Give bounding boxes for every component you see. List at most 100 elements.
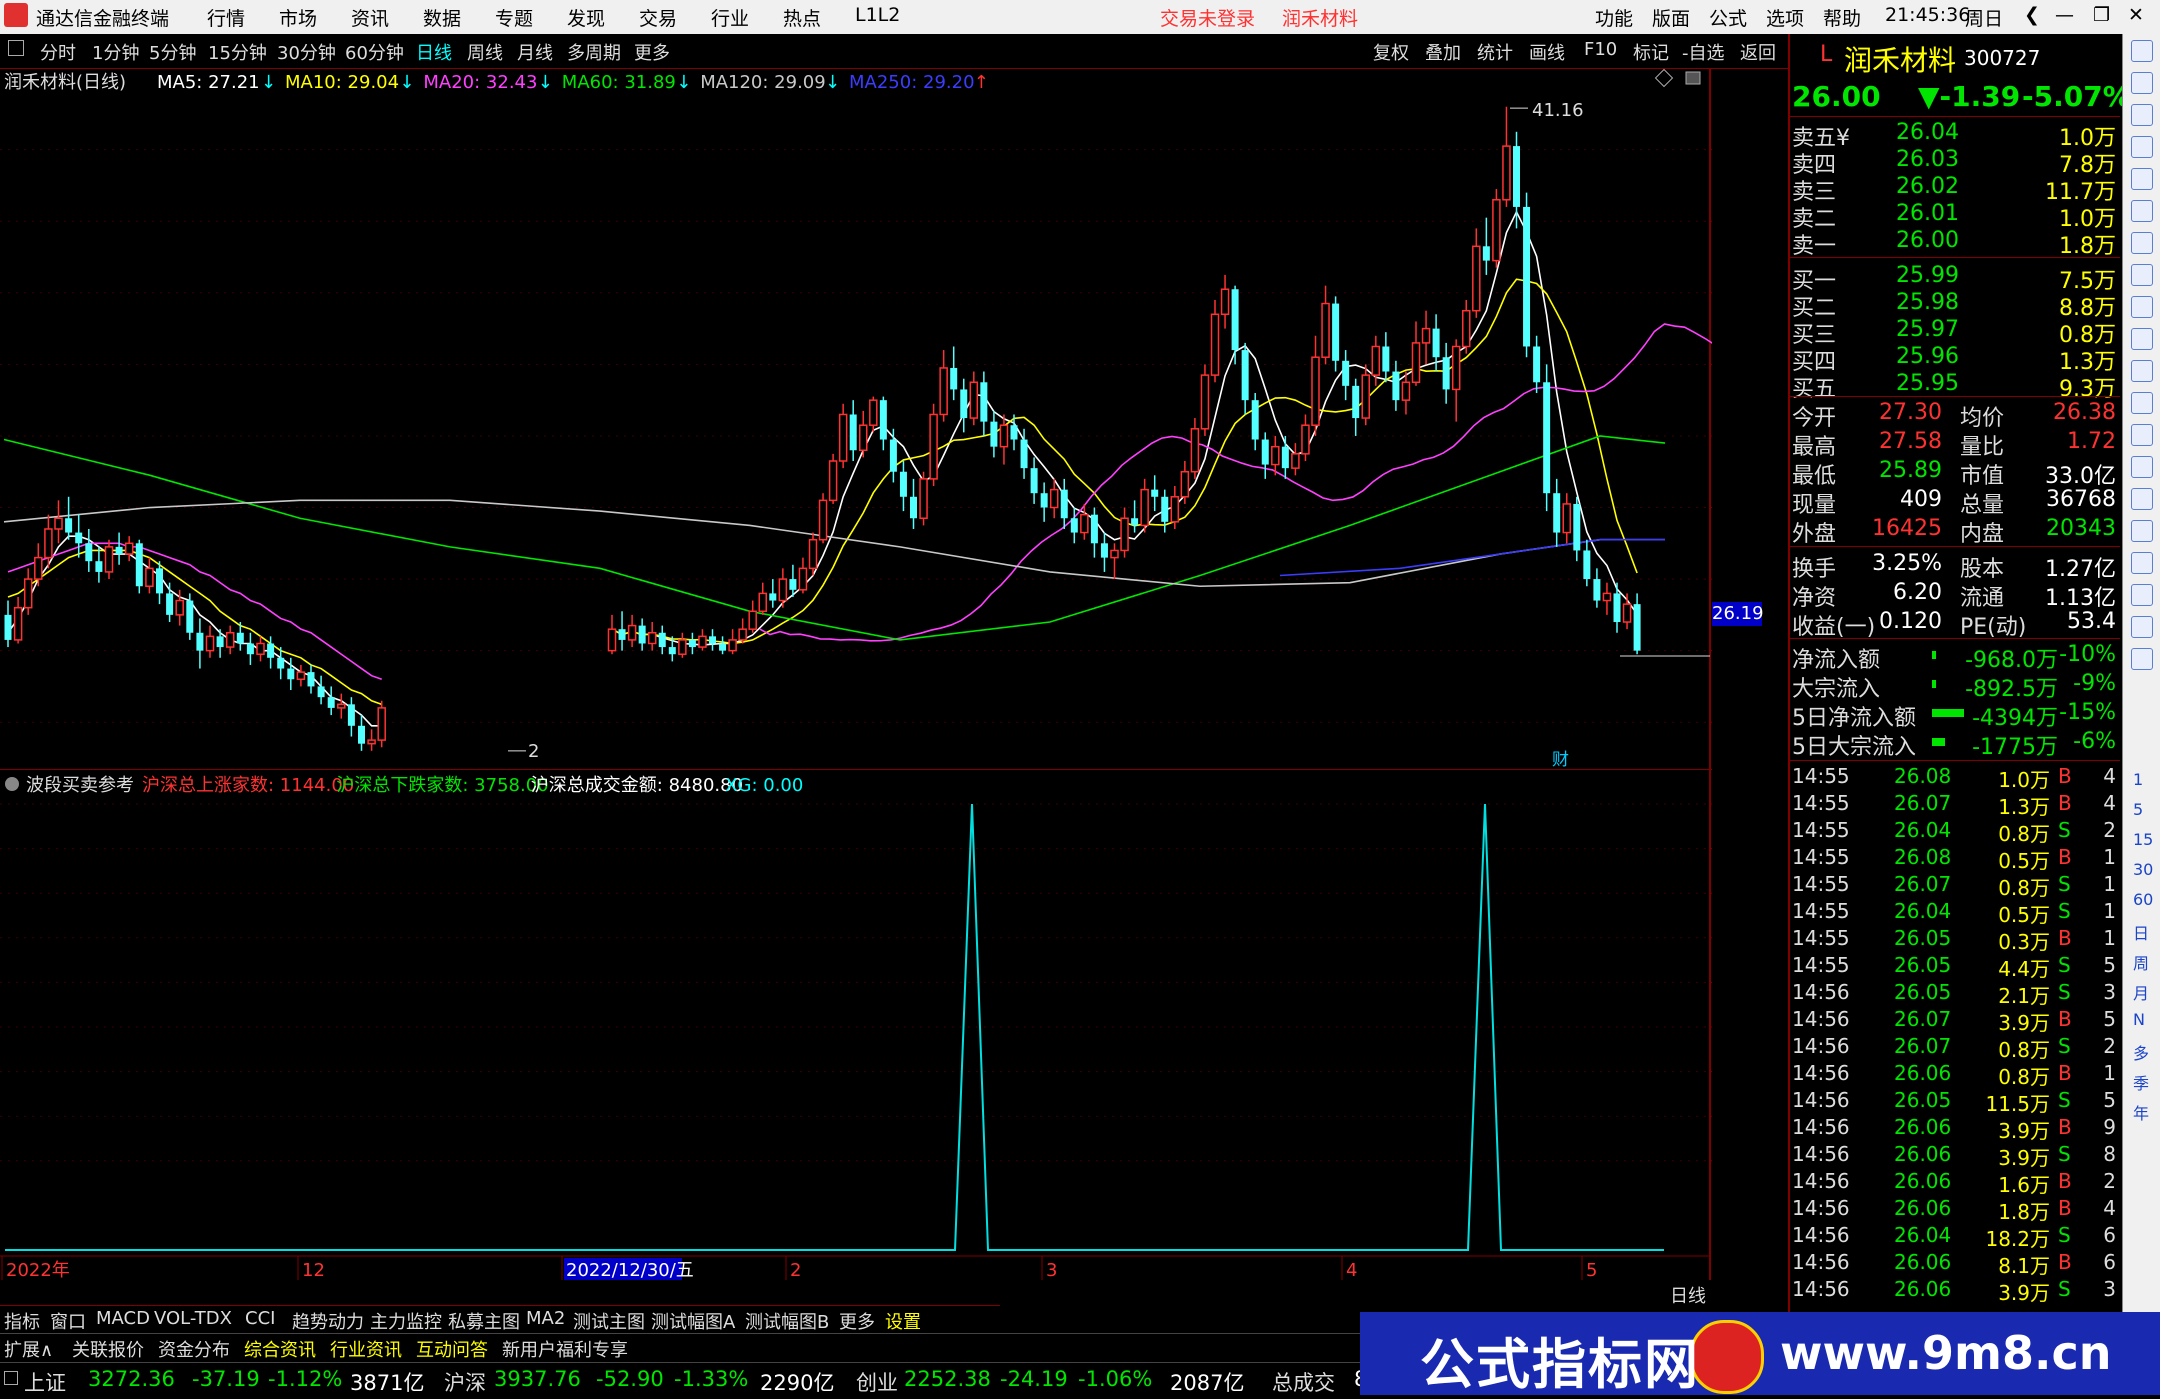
collapse-icon[interactable] (8, 40, 24, 56)
period-60min[interactable]: 60分钟 (345, 39, 404, 65)
sidebar-period-11[interactable]: 年 (2133, 1100, 2149, 1124)
indicator-tab-5[interactable]: 趋势动力 (292, 1308, 364, 1334)
sidebar-tool-icon[interactable] (2131, 488, 2153, 510)
sidebar-tool-icon[interactable] (2131, 104, 2153, 126)
sidebar-tool-icon[interactable] (2131, 328, 2153, 350)
sidebar-tool-icon[interactable] (2131, 424, 2153, 446)
period-30min[interactable]: 30分钟 (277, 39, 336, 65)
menu-redian[interactable]: 热点 (783, 4, 821, 31)
indicator-chart[interactable]: 1.000.900.800.700.600.500.400.300.20 波段买… (0, 770, 1712, 1280)
menu-gongshi[interactable]: 公式 (1709, 4, 1747, 31)
sidebar-period-9[interactable]: 多 (2133, 1040, 2149, 1064)
sidebar-tool-icon[interactable] (2131, 296, 2153, 318)
sidebar-period-0[interactable]: 1 (2133, 770, 2143, 789)
sidebar-period-2[interactable]: 15 (2133, 830, 2153, 849)
sidebar-tool-icon[interactable] (2131, 264, 2153, 286)
chart-expand-icon[interactable] (1685, 71, 1701, 85)
indicator-tab-12[interactable]: 更多 (839, 1308, 875, 1334)
indicator-tab-8[interactable]: MA2 (526, 1308, 565, 1329)
menu-xuanxiang[interactable]: 选项 (1766, 4, 1804, 31)
close-icon[interactable]: ✕ (2128, 4, 2144, 26)
sidebar-period-3[interactable]: 30 (2133, 860, 2153, 879)
info-tab-1[interactable]: 关联报价 (72, 1336, 144, 1362)
indicator-tab-1[interactable]: 窗口 (50, 1308, 86, 1334)
period-1min[interactable]: 1分钟 (92, 39, 139, 65)
sidebar-tool-icon[interactable] (2131, 520, 2153, 542)
menu-bangzhu[interactable]: 帮助 (1823, 4, 1861, 31)
sidebar-tool-icon[interactable] (2131, 648, 2153, 670)
sidebar-period-1[interactable]: 5 (2133, 800, 2143, 819)
sidebar-tool-icon[interactable] (2131, 616, 2153, 638)
btn-huaxian[interactable]: 画线 (1529, 39, 1565, 65)
menu-zixun[interactable]: 资讯 (351, 4, 389, 31)
finance-marker[interactable]: 财 (1552, 750, 1569, 770)
info-tab-5[interactable]: 互动问答 (416, 1336, 488, 1362)
indicator-tab-6[interactable]: 主力监控 (370, 1308, 442, 1334)
info-tab-0[interactable]: 扩展∧ (4, 1336, 53, 1362)
indicator-tab-7[interactable]: 私募主图 (448, 1308, 520, 1334)
menu-faxian[interactable]: 发现 (567, 4, 605, 31)
sidebar-tool-icon[interactable] (2131, 40, 2153, 62)
menu-shuju[interactable]: 数据 (423, 4, 461, 31)
indicator-tab-0[interactable]: 指标 (4, 1308, 40, 1334)
kline-chart[interactable]: 40.0038.0036.0034.0032.0030.0028.0026.00… (0, 68, 1712, 770)
indicator-gear-icon[interactable] (5, 777, 19, 791)
btn-fuquan[interactable]: 复权 (1373, 39, 1409, 65)
indicator-tab-10[interactable]: 测试幅图A (651, 1308, 735, 1334)
menu-gongneng[interactable]: 功能 (1595, 4, 1633, 31)
sidebar-tool-icon[interactable] (2131, 232, 2153, 254)
sidebar-tool-icon[interactable] (2131, 136, 2153, 158)
btn-zixuan[interactable]: -自选 (1682, 39, 1725, 65)
chart-diamond-icon[interactable] (1654, 68, 1674, 88)
menu-banmian[interactable]: 版面 (1652, 4, 1690, 31)
info-tab-2[interactable]: 资金分布 (158, 1336, 230, 1362)
btn-biaoji[interactable]: 标记 (1633, 39, 1669, 65)
info-tab-6[interactable]: 新用户福利专享 (502, 1336, 628, 1362)
menu-shichang[interactable]: 市场 (279, 4, 317, 31)
menu-l1l2[interactable]: L1L2 (855, 4, 900, 26)
login-status-link[interactable]: 交易未登录 (1160, 4, 1255, 31)
period-monthly[interactable]: 月线 (517, 39, 553, 65)
sidebar-tool-icon[interactable] (2131, 360, 2153, 382)
period-fenshi[interactable]: 分时 (40, 39, 76, 65)
indicator-tab-3[interactable]: VOL-TDX (154, 1308, 232, 1329)
indicator-tab-9[interactable]: 测试主图 (573, 1308, 645, 1334)
indicator-tab-4[interactable]: CCI (245, 1308, 275, 1329)
sidebar-tool-icon[interactable] (2131, 584, 2153, 606)
sidebar-tool-icon[interactable] (2131, 392, 2153, 414)
period-more[interactable]: 更多 (634, 39, 670, 65)
status-toggle-icon[interactable] (4, 1371, 18, 1385)
sidebar-period-8[interactable]: N (2133, 1010, 2145, 1029)
indicator-tab-13[interactable]: 设置 (885, 1308, 921, 1334)
menu-jiaoyi[interactable]: 交易 (639, 4, 677, 31)
sidebar-tool-icon[interactable] (2131, 200, 2153, 222)
menu-hangqing[interactable]: 行情 (207, 4, 245, 31)
btn-f10[interactable]: F10 (1584, 39, 1617, 60)
info-tab-4[interactable]: 行业资讯 (330, 1336, 402, 1362)
sidebar-period-7[interactable]: 月 (2133, 980, 2149, 1004)
btn-tongji[interactable]: 统计 (1477, 39, 1513, 65)
period-daily[interactable]: 日线 (416, 39, 452, 65)
back-arrow-icon[interactable]: ❮ (2024, 4, 2040, 26)
indicator-tab-2[interactable]: MACD (96, 1308, 150, 1329)
period-multi[interactable]: 多周期 (567, 39, 621, 65)
sidebar-period-5[interactable]: 日 (2133, 920, 2149, 944)
period-weekly[interactable]: 周线 (467, 39, 503, 65)
sidebar-period-4[interactable]: 60 (2133, 890, 2153, 909)
minimize-icon[interactable]: — (2055, 4, 2074, 26)
period-15min[interactable]: 15分钟 (208, 39, 267, 65)
sidebar-tool-icon[interactable] (2131, 552, 2153, 574)
restore-icon[interactable]: ❐ (2093, 4, 2110, 26)
menu-hangye[interactable]: 行业 (711, 4, 749, 31)
sidebar-tool-icon[interactable] (2131, 72, 2153, 94)
indicator-tab-11[interactable]: 测试幅图B (745, 1308, 829, 1334)
info-tab-3[interactable]: 综合资讯 (244, 1336, 316, 1362)
period-5min[interactable]: 5分钟 (149, 39, 196, 65)
sidebar-tool-icon[interactable] (2131, 456, 2153, 478)
btn-diejia[interactable]: 叠加 (1425, 39, 1461, 65)
sidebar-tool-icon[interactable] (2131, 168, 2153, 190)
menu-zhuanti[interactable]: 专题 (495, 4, 533, 31)
sidebar-period-6[interactable]: 周 (2133, 950, 2149, 974)
sidebar-period-10[interactable]: 季 (2133, 1070, 2149, 1094)
btn-fanhui[interactable]: 返回 (1740, 39, 1776, 65)
